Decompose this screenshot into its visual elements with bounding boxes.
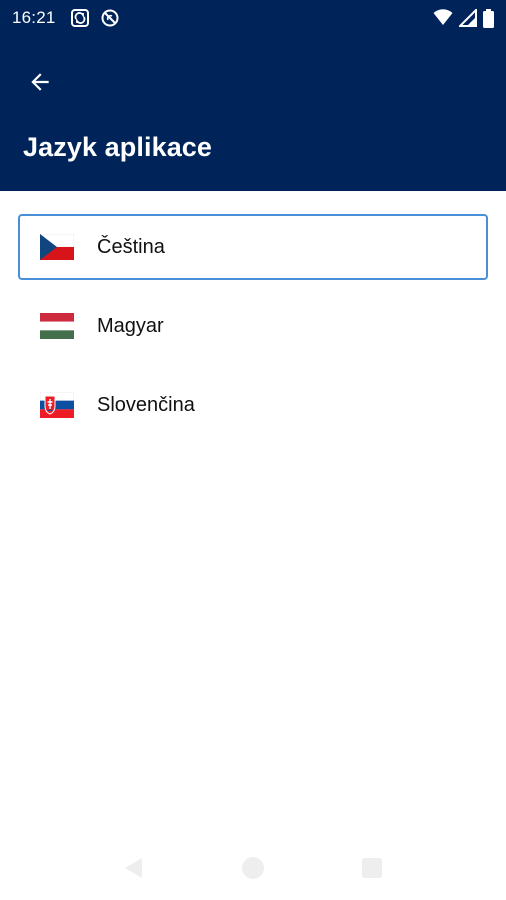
page-title: Jazyk aplikace <box>23 132 213 162</box>
navigation-bar <box>0 836 506 900</box>
language-label: Slovenčina <box>97 393 195 416</box>
language-label: Magyar <box>97 314 164 337</box>
status-bar: 16:21 <box>0 0 506 36</box>
language-label: Čeština <box>97 235 165 258</box>
language-item-cestina[interactable]: Čeština <box>18 214 488 280</box>
status-time: 16:21 <box>12 8 56 27</box>
back-button[interactable] <box>16 58 64 106</box>
app-bar: Jazyk aplikace <box>0 36 506 191</box>
sync-icon <box>70 9 89 27</box>
signal-icon <box>459 9 477 27</box>
language-list: Čeština Magyar Slovenčina <box>0 214 506 438</box>
blocked-icon <box>101 9 119 27</box>
nav-recents-icon[interactable] <box>360 856 384 880</box>
status-left-icons <box>70 8 120 28</box>
language-item-magyar[interactable]: Magyar <box>18 293 488 359</box>
nav-home-icon[interactable] <box>241 856 265 880</box>
flag-sk-icon <box>40 392 74 418</box>
flag-hu-icon <box>40 313 74 339</box>
language-item-slovencina[interactable]: Slovenčina <box>18 372 488 438</box>
arrow-back-icon <box>31 73 49 91</box>
wifi-icon <box>433 9 453 25</box>
battery-icon <box>483 8 494 28</box>
flag-cz-icon <box>40 234 74 260</box>
status-right-icons <box>433 8 494 28</box>
nav-back-icon[interactable] <box>122 856 146 880</box>
